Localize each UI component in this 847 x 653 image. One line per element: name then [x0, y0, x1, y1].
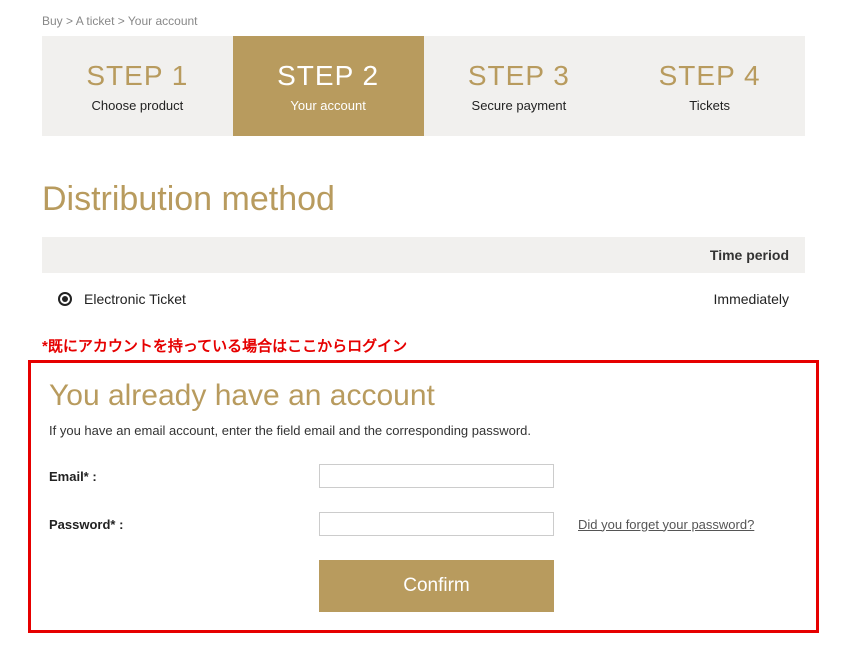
email-field[interactable] [319, 464, 554, 488]
step-4[interactable]: STEP 4 Tickets [614, 36, 805, 136]
account-desc: If you have an email account, enter the … [49, 423, 798, 438]
password-row: Password* : Did you forget your password… [49, 512, 798, 536]
step-1[interactable]: STEP 1 Choose product [42, 36, 233, 136]
distribution-option-value: Immediately [714, 291, 789, 307]
forgot-password-link[interactable]: Did you forget your password? [578, 517, 754, 532]
step-title: STEP 3 [468, 60, 570, 92]
steps-bar: STEP 1 Choose product STEP 2 Your accoun… [42, 36, 805, 136]
account-title: You already have an account [49, 379, 798, 413]
radio-electronic-ticket[interactable] [58, 292, 72, 306]
radio-dot-icon [62, 296, 68, 302]
password-label: Password* : [49, 517, 319, 532]
confirm-button[interactable]: Confirm [319, 560, 554, 612]
breadcrumb: Buy > A ticket > Your account [0, 14, 847, 36]
breadcrumb-item[interactable]: A ticket [76, 14, 115, 28]
step-sub: Your account [290, 98, 365, 113]
breadcrumb-sep: > [66, 14, 73, 28]
step-title: STEP 1 [86, 60, 188, 92]
step-sub: Secure payment [472, 98, 567, 113]
step-3[interactable]: STEP 3 Secure payment [424, 36, 615, 136]
distribution-option-label: Electronic Ticket [84, 291, 186, 307]
breadcrumb-item-current: Your account [128, 14, 198, 28]
breadcrumb-item[interactable]: Buy [42, 14, 63, 28]
distribution-heading: Distribution method [42, 180, 805, 219]
email-label: Email* : [49, 469, 319, 484]
login-notice: *既にアカウントを持っている場合はここからログイン [42, 335, 805, 356]
step-sub: Tickets [689, 98, 730, 113]
step-title: STEP 4 [659, 60, 761, 92]
email-row: Email* : [49, 464, 798, 488]
password-field[interactable] [319, 512, 554, 536]
existing-account-box: You already have an account If you have … [28, 360, 819, 633]
step-2-active[interactable]: STEP 2 Your account [233, 36, 424, 136]
distribution-row: Electronic Ticket Immediately [42, 273, 805, 325]
step-title: STEP 2 [277, 60, 379, 92]
breadcrumb-sep: > [118, 14, 125, 28]
step-sub: Choose product [91, 98, 183, 113]
distribution-column-header: Time period [42, 237, 805, 273]
